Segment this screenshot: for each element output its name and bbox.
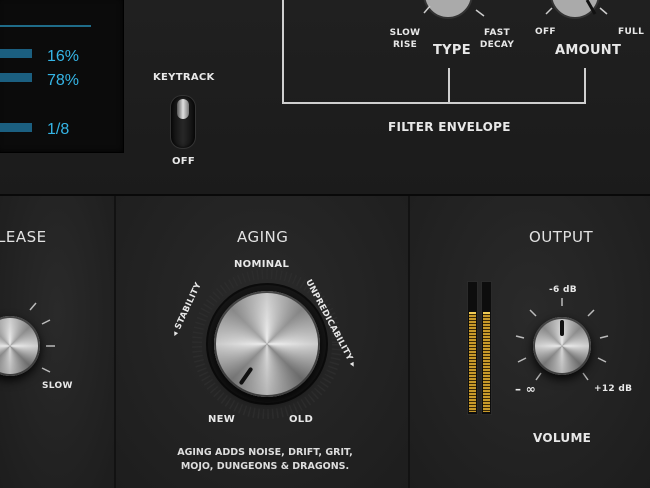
envelope-bracket-left: [282, 0, 284, 104]
display-bar-1: [0, 49, 32, 58]
type-knob[interactable]: [423, 0, 473, 19]
output-title: OUTPUT: [529, 228, 594, 246]
output-min-label: – ∞: [515, 382, 537, 396]
release-tick-2: [41, 319, 51, 325]
display-bar-3: [0, 123, 32, 132]
amount-tick-right: [599, 7, 608, 15]
aging-note-line-1: AGING ADDS NOISE, DRIFT, GRIT,: [177, 447, 353, 458]
type-min-label: SLOW RISE: [389, 28, 421, 50]
envelope-bracket-bottom: [282, 102, 586, 104]
vol-tick-r2: [597, 357, 607, 363]
amount-min-label: OFF: [535, 27, 556, 37]
output-max-label: +12 dB: [594, 384, 633, 394]
vol-tick-ur: [587, 309, 595, 317]
vol-tick-l3: [535, 372, 542, 381]
type-tick-right: [475, 9, 485, 17]
display-value-1: 16%: [47, 48, 80, 65]
type-label: TYPE: [433, 43, 471, 58]
aging-knob[interactable]: [214, 291, 320, 397]
volume-label: VOLUME: [533, 431, 592, 445]
type-max-label: FAST DECAY: [479, 28, 515, 50]
aging-max-label: OLD: [289, 414, 314, 425]
toggle-lever[interactable]: [177, 99, 189, 119]
filter-envelope-title: FILTER ENVELOPE: [388, 120, 511, 134]
vol-tick-r3: [582, 372, 589, 381]
amount-label: AMOUNT: [555, 43, 622, 58]
output-meter-left: [467, 281, 478, 415]
envelope-bracket-mid: [448, 68, 450, 104]
release-tick-4: [41, 367, 51, 373]
meter-peak: [483, 312, 490, 314]
meter-fill: [483, 312, 490, 412]
vol-tick-ul: [529, 309, 537, 317]
amount-tick-left: [545, 7, 553, 15]
amount-max-label: FULL: [618, 27, 645, 37]
keytrack-off-label: OFF: [172, 156, 196, 167]
display-header-line: [0, 25, 91, 27]
meter-fill: [469, 312, 476, 412]
lfo-display: 16% 78% 1/8: [0, 0, 124, 153]
display-value-3: 1/8: [47, 121, 70, 138]
display-bar-2: [0, 73, 32, 82]
meter-peak: [469, 312, 476, 314]
aging-title: AGING: [237, 228, 289, 246]
envelope-bracket-right: [584, 68, 586, 104]
aging-note: AGING ADDS NOISE, DRIFT, GRIT, MOJO, DUN…: [170, 446, 360, 474]
vol-tick-r1: [599, 335, 609, 339]
release-max-label: SLOW: [42, 381, 73, 391]
aging-note-line-2: MOJO, DUNGEONS & DRAGONS.: [180, 461, 350, 472]
aging-min-label: NEW: [208, 414, 236, 425]
volume-knob-pointer: [560, 320, 564, 336]
release-title: LEASE: [0, 228, 47, 246]
output-meter-right: [481, 281, 492, 415]
keytrack-label: KEYTRACK: [153, 72, 215, 83]
release-tick-1: [29, 302, 37, 311]
display-value-2: 78%: [47, 72, 80, 89]
output-top-label: -6 dB: [549, 285, 577, 295]
vol-tick-l1: [515, 335, 525, 339]
keytrack-toggle[interactable]: [170, 95, 196, 149]
vol-tick-l2: [517, 357, 527, 363]
